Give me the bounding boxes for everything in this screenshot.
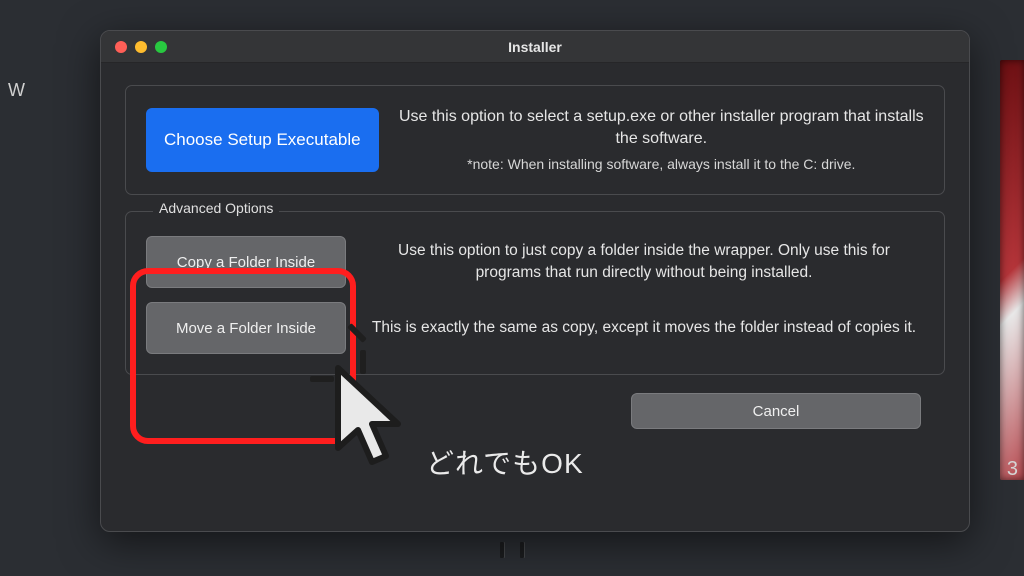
choose-setup-executable-button[interactable]: Choose Setup Executable bbox=[146, 108, 379, 172]
installer-window: Installer Choose Setup Executable Use th… bbox=[100, 30, 970, 532]
advanced-options-group: Advanced Options Copy a Folder Inside Us… bbox=[125, 211, 945, 375]
footer: Cancel bbox=[125, 375, 945, 429]
advanced-panel: Copy a Folder Inside Use this option to … bbox=[125, 211, 945, 375]
titlebar: Installer bbox=[101, 31, 969, 63]
background-image-sliver bbox=[1000, 60, 1024, 480]
top-panel-description: Use this option to select a setup.exe or… bbox=[399, 106, 924, 174]
cancel-button[interactable]: Cancel bbox=[631, 393, 921, 429]
advanced-options-legend: Advanced Options bbox=[153, 200, 279, 216]
background-number: 3 bbox=[1007, 458, 1018, 481]
copy-row: Copy a Folder Inside Use this option to … bbox=[146, 236, 924, 288]
move-description: This is exactly the same as copy, except… bbox=[364, 317, 924, 339]
move-row: Move a Folder Inside This is exactly the… bbox=[146, 302, 924, 354]
dock-handle-icon bbox=[490, 542, 534, 558]
top-description-text: Use this option to select a setup.exe or… bbox=[399, 108, 924, 147]
top-note-text: *note: When installing software, always … bbox=[399, 155, 924, 175]
top-panel: Choose Setup Executable Use this option … bbox=[125, 85, 945, 195]
copy-description: Use this option to just copy a folder in… bbox=[364, 240, 924, 285]
move-folder-inside-button[interactable]: Move a Folder Inside bbox=[146, 302, 346, 354]
window-content: Choose Setup Executable Use this option … bbox=[101, 63, 969, 445]
copy-folder-inside-button[interactable]: Copy a Folder Inside bbox=[146, 236, 346, 288]
window-title: Installer bbox=[101, 39, 969, 55]
background-partial-text: W bbox=[8, 80, 38, 104]
